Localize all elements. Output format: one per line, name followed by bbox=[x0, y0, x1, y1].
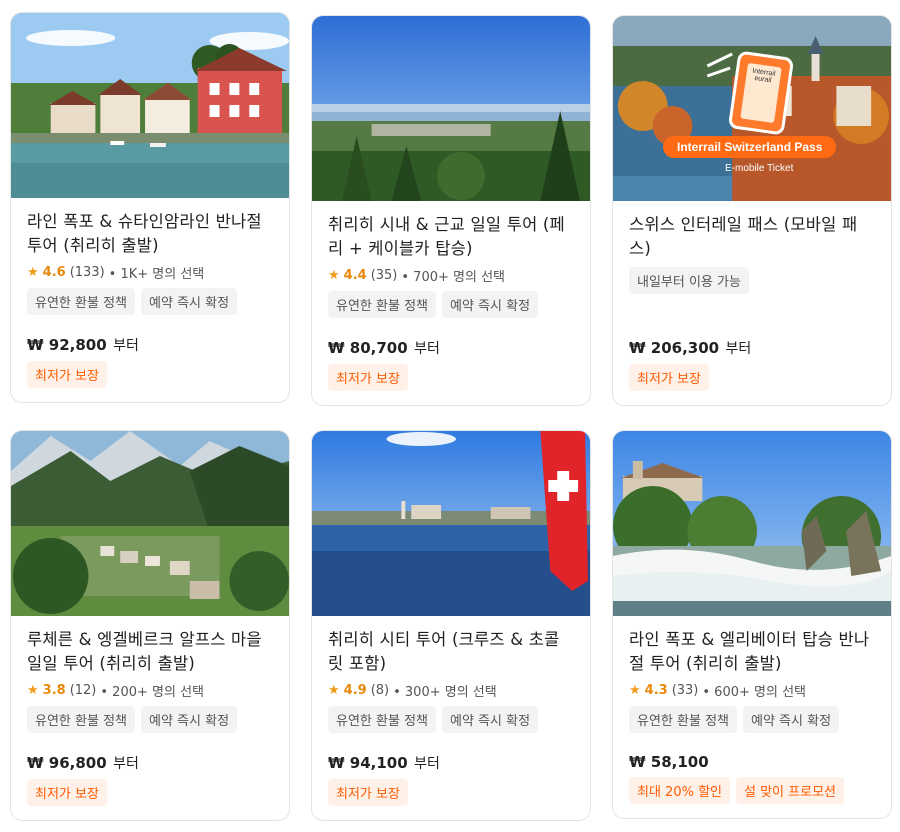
product-title[interactable]: 라인 폭포 & 엘리베이터 탑승 반나절 투어 (취리히 출발) bbox=[629, 628, 875, 676]
star-icon: ★ bbox=[328, 267, 340, 283]
price: ₩ 80,700 부터 bbox=[328, 338, 574, 358]
product-card[interactable]: 취리히 시내 & 근교 일일 투어 (페리 + 케이블카 탑승) ★ 4.4 (… bbox=[311, 15, 591, 406]
rating-row: ★ 4.4 (35) • 700+ 명의 선택 bbox=[328, 265, 574, 285]
price: ₩ 96,800 부터 bbox=[27, 753, 273, 773]
product-title[interactable]: 취리히 시내 & 근교 일일 투어 (페리 + 케이블카 탑승) bbox=[328, 213, 574, 261]
promo-best-price: 최저가 보장 bbox=[27, 779, 107, 806]
product-image[interactable] bbox=[312, 431, 590, 616]
product-title[interactable]: 취리히 시티 투어 (크루즈 & 초콜릿 포함) bbox=[328, 628, 574, 676]
promo-tags: 최저가 보장 bbox=[328, 779, 574, 806]
price-value: ₩ 58,100 bbox=[629, 753, 709, 771]
booked-count: • 200+ 명의 선택 bbox=[100, 684, 204, 700]
product-card[interactable]: 루체른 & 엥겔베르크 알프스 마을 일일 투어 (취리히 출발) ★ 3.8 … bbox=[10, 430, 290, 821]
product-card[interactable]: 라인 폭포 & 슈타인암라인 반나절 투어 (취리히 출발) ★ 4.6 (13… bbox=[10, 12, 290, 403]
booked-count: • 300+ 명의 선택 bbox=[393, 684, 497, 700]
pass-badge: Interrail Switzerland Pass bbox=[663, 136, 837, 158]
review-count: (12) bbox=[69, 682, 97, 698]
product-title[interactable]: 스위스 인터레일 패스 (모바일 패스) bbox=[629, 213, 875, 261]
price-suffix: 부터 bbox=[409, 341, 440, 357]
rating-row: ★ 4.3 (33) • 600+ 명의 선택 bbox=[629, 680, 875, 700]
star-icon: ★ bbox=[27, 682, 39, 698]
product-image[interactable] bbox=[312, 16, 590, 201]
price-suffix: 부터 bbox=[409, 756, 440, 772]
promo-discount: 최대 20% 할인 bbox=[629, 777, 730, 804]
price: ₩ 206,300 부터 bbox=[629, 338, 875, 358]
star-icon: ★ bbox=[629, 682, 641, 698]
phone-label: Interrail eurail bbox=[740, 62, 782, 124]
promo-tags: 최저가 보장 bbox=[328, 364, 574, 391]
review-count: (33) bbox=[671, 682, 699, 698]
feature-tags: 내일부터 이용 가능 bbox=[629, 267, 875, 294]
feature-tags: 유연한 환불 정책 예약 즉시 확정 bbox=[328, 706, 574, 733]
tag-refund: 유연한 환불 정책 bbox=[328, 291, 436, 318]
review-count: (35) bbox=[370, 267, 398, 283]
price-value: ₩ 96,800 bbox=[27, 754, 107, 772]
promo-seollal: 설 맞이 프로모션 bbox=[736, 777, 844, 804]
rating-value: 4.6 bbox=[42, 264, 66, 280]
promo-tags: 최저가 보장 bbox=[629, 364, 875, 391]
tag-refund: 유연한 환불 정책 bbox=[27, 288, 135, 315]
price-suffix: 부터 bbox=[108, 756, 139, 772]
promo-tags: 최대 20% 할인 설 맞이 프로모션 bbox=[629, 777, 875, 804]
booked-count: • 1K+ 명의 선택 bbox=[108, 266, 205, 282]
promo-tags: 최저가 보장 bbox=[27, 779, 273, 806]
product-image[interactable] bbox=[11, 431, 289, 616]
rating-row: ★ 4.9 (8) • 300+ 명의 선택 bbox=[328, 680, 574, 700]
review-count: (133) bbox=[69, 264, 105, 280]
tag-instant-confirm: 예약 즉시 확정 bbox=[141, 288, 238, 315]
tag-instant-confirm: 예약 즉시 확정 bbox=[743, 706, 840, 733]
tag-instant-confirm: 예약 즉시 확정 bbox=[442, 291, 539, 318]
promo-best-price: 최저가 보장 bbox=[27, 361, 107, 388]
star-icon: ★ bbox=[27, 264, 39, 280]
price-value: ₩ 92,800 bbox=[27, 336, 107, 354]
booked-count: • 700+ 명의 선택 bbox=[401, 269, 505, 285]
tag-refund: 유연한 환불 정책 bbox=[27, 706, 135, 733]
price-value: ₩ 94,100 bbox=[328, 754, 408, 772]
rating-value: 3.8 bbox=[42, 682, 66, 698]
promo-best-price: 최저가 보장 bbox=[328, 364, 408, 391]
product-card[interactable]: 취리히 시티 투어 (크루즈 & 초콜릿 포함) ★ 4.9 (8) • 300… bbox=[311, 430, 591, 821]
price-suffix: 부터 bbox=[108, 338, 139, 354]
rating-row: ★ 3.8 (12) • 200+ 명의 선택 bbox=[27, 680, 273, 700]
tag-instant-confirm: 예약 즉시 확정 bbox=[442, 706, 539, 733]
tag-available-tomorrow: 내일부터 이용 가능 bbox=[629, 267, 749, 294]
feature-tags: 유연한 환불 정책 예약 즉시 확정 bbox=[629, 706, 875, 733]
price-value: ₩ 206,300 bbox=[629, 339, 720, 357]
price: ₩ 58,100 bbox=[629, 753, 875, 771]
product-image[interactable] bbox=[613, 431, 891, 616]
feature-tags: 유연한 환불 정책 예약 즉시 확정 bbox=[27, 706, 273, 733]
rating-row: ★ 4.6 (133) • 1K+ 명의 선택 bbox=[27, 262, 273, 282]
price: ₩ 94,100 부터 bbox=[328, 753, 574, 773]
feature-tags: 유연한 환불 정책 예약 즉시 확정 bbox=[27, 288, 273, 315]
price-value: ₩ 80,700 bbox=[328, 339, 408, 357]
price: ₩ 92,800 부터 bbox=[27, 335, 273, 355]
promo-best-price: 최저가 보장 bbox=[328, 779, 408, 806]
tag-instant-confirm: 예약 즉시 확정 bbox=[141, 706, 238, 733]
price-suffix: 부터 bbox=[721, 341, 752, 357]
rating-value: 4.3 bbox=[644, 682, 668, 698]
promo-best-price: 최저가 보장 bbox=[629, 364, 709, 391]
pass-subtitle: E-mobile Ticket bbox=[725, 163, 794, 174]
product-card[interactable]: 라인 폭포 & 엘리베이터 탑승 반나절 투어 (취리히 출발) ★ 4.3 (… bbox=[612, 430, 892, 819]
phone-graphic: Interrail eurail bbox=[727, 50, 795, 136]
star-icon: ★ bbox=[328, 682, 340, 698]
product-title[interactable]: 라인 폭포 & 슈타인암라인 반나절 투어 (취리히 출발) bbox=[27, 210, 273, 258]
review-count: (8) bbox=[370, 682, 390, 698]
feature-tags: 유연한 환불 정책 예약 즉시 확정 bbox=[328, 291, 574, 318]
product-card[interactable]: Interrail eurail Interrail Switzerland P… bbox=[612, 15, 892, 406]
tag-refund: 유연한 환불 정책 bbox=[629, 706, 737, 733]
product-title[interactable]: 루체른 & 엥겔베르크 알프스 마을 일일 투어 (취리히 출발) bbox=[27, 628, 273, 676]
promo-tags: 최저가 보장 bbox=[27, 361, 273, 388]
booked-count: • 600+ 명의 선택 bbox=[702, 684, 806, 700]
product-image[interactable] bbox=[11, 13, 289, 198]
rating-value: 4.4 bbox=[343, 267, 367, 283]
rating-value: 4.9 bbox=[343, 682, 367, 698]
tag-refund: 유연한 환불 정책 bbox=[328, 706, 436, 733]
product-image[interactable]: Interrail eurail Interrail Switzerland P… bbox=[613, 16, 891, 201]
